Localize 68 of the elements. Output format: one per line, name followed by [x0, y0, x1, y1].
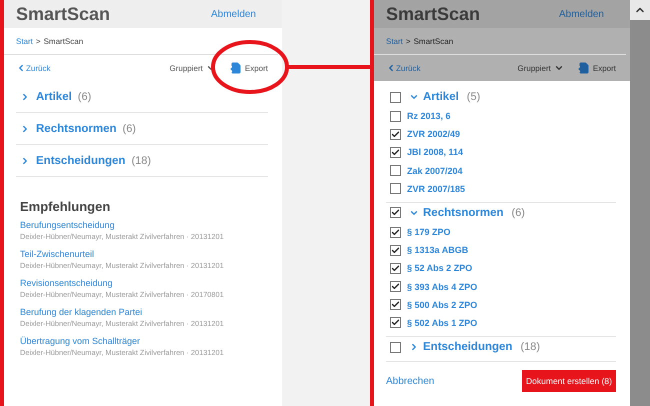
- checkbox[interactable]: [390, 299, 401, 310]
- breadcrumb-link[interactable]: Start: [386, 36, 403, 46]
- group-label[interactable]: Rechtsnormen: [36, 122, 117, 134]
- group-label[interactable]: Entscheidungen: [423, 341, 512, 354]
- group-count: (6): [122, 122, 136, 134]
- app-title: SmartScan: [386, 4, 480, 24]
- checkbox[interactable]: [390, 207, 401, 218]
- check-icon: [391, 208, 400, 218]
- back-link[interactable]: Zurück: [386, 63, 420, 73]
- chevron-left-icon: [16, 63, 26, 73]
- recommendation-link[interactable]: Berufung der klagenden Partei: [20, 307, 268, 317]
- chevron-down-icon: [554, 63, 564, 73]
- checkbox[interactable]: [390, 92, 401, 102]
- breadcrumb-current: SmartScan: [44, 36, 84, 46]
- scrollbar[interactable]: [630, 0, 650, 406]
- group-label[interactable]: Entscheidungen: [36, 154, 126, 166]
- cancel-link[interactable]: Abbrechen: [386, 376, 434, 387]
- logout-link[interactable]: Abmelden: [558, 8, 604, 20]
- create-document-button[interactable]: Dokument erstellen (8): [522, 370, 616, 392]
- grouping-dropdown[interactable]: Gruppiert: [518, 63, 564, 73]
- group-count: (6): [78, 90, 92, 102]
- app-title: SmartScan: [16, 4, 110, 24]
- recommendation-link[interactable]: Teil-Zwischenurteil: [20, 249, 268, 259]
- checkbox[interactable]: [390, 281, 401, 292]
- item-link[interactable]: § 52 Abs 2 ZPO: [407, 263, 472, 274]
- item-link[interactable]: ZVR 2007/185: [407, 184, 466, 194]
- logout-link[interactable]: Abmelden: [210, 8, 256, 20]
- grouping-dropdown[interactable]: Gruppiert: [170, 63, 216, 73]
- item-link[interactable]: ZVR 2002/49: [407, 129, 460, 140]
- group-label[interactable]: Rechtsnormen: [423, 206, 504, 219]
- checkbox[interactable]: [390, 165, 401, 176]
- item-link[interactable]: § 179 ZPO: [407, 227, 451, 238]
- export-button[interactable]: Export: [230, 62, 268, 74]
- item-link[interactable]: Rz 2013, 6: [407, 111, 451, 122]
- item-link[interactable]: § 500 Abs 2 ZPO: [407, 300, 478, 310]
- chevron-left-icon: [386, 63, 396, 73]
- recommendation-link[interactable]: Berufungsentscheidung: [20, 220, 268, 230]
- back-link[interactable]: Zurück: [16, 63, 50, 73]
- breadcrumb-current: SmartScan: [414, 36, 454, 46]
- checkbox[interactable]: [390, 183, 401, 194]
- checkbox[interactable]: [390, 244, 401, 256]
- group-count: (6): [512, 206, 525, 219]
- checkbox[interactable]: [390, 262, 401, 274]
- group-count: (18): [131, 154, 152, 166]
- breadcrumb-link[interactable]: Start: [16, 36, 33, 46]
- group-label[interactable]: Artikel: [36, 90, 72, 102]
- export-icon: [578, 62, 590, 74]
- item-link[interactable]: § 1313a ABGB: [407, 245, 468, 256]
- group-count: (18): [520, 341, 540, 354]
- item-link[interactable]: JBl 2008, 114: [407, 147, 464, 158]
- item-link[interactable]: Zak 2007/204: [407, 166, 463, 176]
- recommendation-link[interactable]: Übertragung vom Schallträger: [20, 336, 268, 346]
- checkbox[interactable]: [390, 110, 401, 122]
- checkbox[interactable]: [390, 317, 401, 328]
- checkbox[interactable]: [390, 128, 401, 140]
- checkbox[interactable]: [390, 146, 401, 158]
- item-link[interactable]: § 502 Abs 1 ZPO: [407, 318, 478, 328]
- group-count: (5): [466, 91, 480, 103]
- breadcrumb-separator: >: [406, 36, 411, 46]
- export-button[interactable]: Export: [578, 62, 616, 74]
- section-heading: Empfehlungen: [20, 199, 112, 214]
- group-label[interactable]: Artikel: [423, 91, 459, 103]
- checkbox[interactable]: [390, 226, 401, 238]
- breadcrumb-separator: >: [36, 36, 41, 46]
- checkbox[interactable]: [390, 342, 401, 353]
- recommendation-link[interactable]: Revisionsentscheidung: [20, 278, 268, 288]
- export-icon: [230, 62, 242, 74]
- item-link[interactable]: § 393 Abs 4 ZPO: [407, 282, 478, 292]
